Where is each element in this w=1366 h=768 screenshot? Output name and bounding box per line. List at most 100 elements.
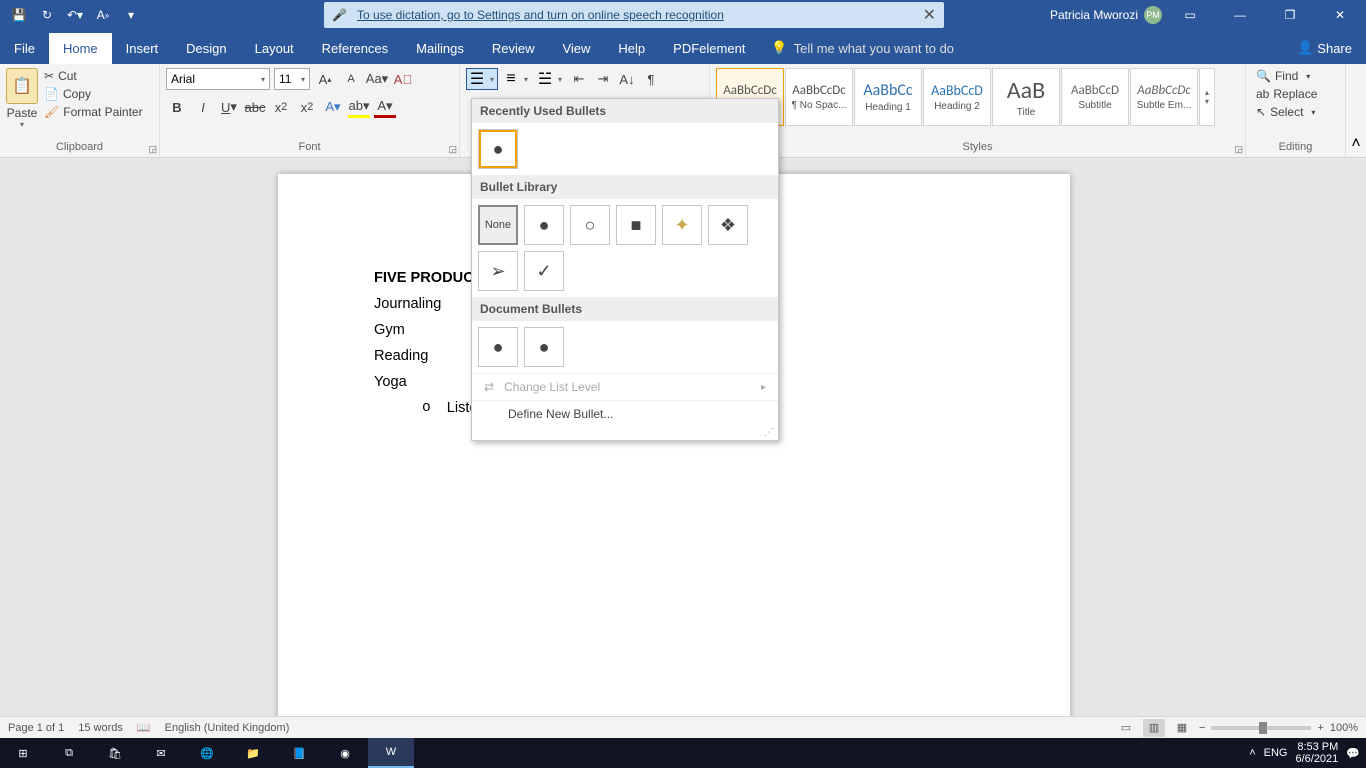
- qat-customize-icon[interactable]: ▾: [118, 2, 144, 28]
- highlight-icon[interactable]: ab▾: [348, 96, 370, 118]
- share-button[interactable]: 👤 Share: [1283, 32, 1366, 64]
- bullet-circle[interactable]: ○: [570, 205, 610, 245]
- bullet-disc[interactable]: ●: [478, 129, 518, 169]
- app-icon[interactable]: 📘: [276, 738, 322, 768]
- edge-icon[interactable]: 🌐: [184, 738, 230, 768]
- style-heading2[interactable]: AaBbCcDHeading 2: [923, 68, 991, 126]
- text-effects-icon[interactable]: A▾: [322, 96, 344, 118]
- resize-grip-icon[interactable]: ⋰: [472, 427, 778, 440]
- save-icon[interactable]: 💾: [6, 2, 32, 28]
- web-layout-icon[interactable]: ▦: [1171, 719, 1193, 737]
- find-button[interactable]: 🔍Find▾: [1252, 68, 1321, 84]
- task-view-icon[interactable]: ⧉: [46, 738, 92, 768]
- bullet-disc[interactable]: ●: [524, 205, 564, 245]
- copy-button[interactable]: 📄Copy: [42, 86, 145, 102]
- tab-home[interactable]: Home: [49, 33, 112, 64]
- bullet-arrow[interactable]: ➢: [478, 251, 518, 291]
- styles-gallery[interactable]: AaBbCcDc¶ Normal AaBbCcDc¶ No Spac... Aa…: [716, 68, 1215, 126]
- word-icon[interactable]: W: [368, 738, 414, 768]
- style-subtitle[interactable]: AaBbCcDSubtitle: [1061, 68, 1129, 126]
- bullet-diamond4[interactable]: ❖: [708, 205, 748, 245]
- touch-mode-icon[interactable]: A»: [90, 2, 116, 28]
- user-name[interactable]: Patricia Mworozi: [1050, 8, 1138, 22]
- bullet-check[interactable]: ✓: [524, 251, 564, 291]
- status-language[interactable]: English (United Kingdom): [165, 722, 290, 734]
- clear-format-icon[interactable]: A⃠: [392, 68, 414, 90]
- avatar[interactable]: PM: [1144, 6, 1162, 24]
- store-icon[interactable]: 🛍: [92, 738, 138, 768]
- tray-language[interactable]: ENG: [1264, 747, 1288, 759]
- cut-button[interactable]: ✂Cut: [42, 68, 145, 84]
- close-banner-icon[interactable]: ✕: [923, 5, 936, 25]
- bullet-none[interactable]: None: [478, 205, 518, 245]
- bullet-disc[interactable]: ●: [478, 327, 518, 367]
- shrink-font-icon[interactable]: A: [340, 68, 362, 90]
- start-icon[interactable]: ⊞: [0, 738, 46, 768]
- paste-button[interactable]: Paste: [7, 106, 38, 120]
- font-launcher-icon[interactable]: ◲: [448, 144, 457, 155]
- numbering-button[interactable]: ≡▾: [500, 68, 532, 90]
- status-page[interactable]: Page 1 of 1: [8, 722, 64, 734]
- show-marks-icon[interactable]: ¶: [640, 68, 662, 90]
- change-case-icon[interactable]: Aa▾: [366, 68, 388, 90]
- subscript-icon[interactable]: x2: [270, 96, 292, 118]
- font-size-combo[interactable]: 11▾: [274, 68, 310, 90]
- tray-chevron-icon[interactable]: ˄: [1249, 747, 1255, 759]
- print-layout-icon[interactable]: ▥: [1143, 719, 1165, 737]
- tab-help[interactable]: Help: [604, 33, 659, 64]
- bullet-4diamond[interactable]: ✦: [662, 205, 702, 245]
- close-icon[interactable]: ✕: [1318, 0, 1362, 30]
- explorer-icon[interactable]: 📁: [230, 738, 276, 768]
- read-mode-icon[interactable]: ▭: [1115, 719, 1137, 737]
- collapse-ribbon-icon[interactable]: ˄: [1346, 64, 1366, 157]
- superscript-icon[interactable]: x2: [296, 96, 318, 118]
- tab-insert[interactable]: Insert: [112, 33, 173, 64]
- tab-design[interactable]: Design: [172, 33, 240, 64]
- font-name-combo[interactable]: Arial▾: [166, 68, 270, 90]
- zoom-in-icon[interactable]: +: [1317, 722, 1323, 734]
- autosave-icon[interactable]: ↻: [34, 2, 60, 28]
- style-subtleem[interactable]: AaBbCcDcSubtle Em...: [1130, 68, 1198, 126]
- select-button[interactable]: ↖Select▾: [1252, 104, 1321, 120]
- zoom-level[interactable]: 100%: [1330, 722, 1358, 734]
- multilevel-button[interactable]: ☱▾: [534, 68, 566, 90]
- tab-file[interactable]: File: [0, 33, 49, 64]
- tell-me-search[interactable]: 💡 Tell me what you want to do: [759, 32, 966, 64]
- grow-font-icon[interactable]: A▴: [314, 68, 336, 90]
- bold-icon[interactable]: B: [166, 96, 188, 118]
- zoom-out-icon[interactable]: −: [1199, 722, 1205, 734]
- style-nospacing[interactable]: AaBbCcDc¶ No Spac...: [785, 68, 853, 126]
- decrease-indent-icon[interactable]: ⇤: [568, 68, 590, 90]
- bullets-button[interactable]: ☰▾: [466, 68, 498, 90]
- underline-icon[interactable]: U▾: [218, 96, 240, 118]
- strike-icon[interactable]: abc: [244, 96, 266, 118]
- clipboard-launcher-icon[interactable]: ◲: [148, 144, 157, 155]
- tab-view[interactable]: View: [548, 33, 604, 64]
- bullet-disc[interactable]: ●: [524, 327, 564, 367]
- style-heading1[interactable]: AaBbCcHeading 1: [854, 68, 922, 126]
- tab-layout[interactable]: Layout: [241, 33, 308, 64]
- define-new-bullet[interactable]: Define New Bullet...: [472, 400, 778, 427]
- notifications-icon[interactable]: 💬: [1346, 747, 1360, 760]
- proofing-icon[interactable]: 📖: [137, 721, 151, 734]
- mail-icon[interactable]: ✉: [138, 738, 184, 768]
- zoom-slider[interactable]: [1211, 726, 1311, 730]
- paste-icon[interactable]: 📋: [6, 68, 38, 104]
- undo-icon[interactable]: ↶▾: [62, 2, 88, 28]
- bullet-square[interactable]: ■: [616, 205, 656, 245]
- status-words[interactable]: 15 words: [78, 722, 123, 734]
- font-color-icon[interactable]: A▾: [374, 96, 396, 118]
- maximize-icon[interactable]: ❐: [1268, 0, 1312, 30]
- sort-icon[interactable]: A↓: [616, 68, 638, 90]
- minimize-icon[interactable]: —: [1218, 0, 1262, 30]
- dictation-link[interactable]: To use dictation, go to Settings and tur…: [357, 8, 724, 22]
- styles-launcher-icon[interactable]: ◲: [1234, 144, 1243, 155]
- increase-indent-icon[interactable]: ⇥: [592, 68, 614, 90]
- replace-button[interactable]: abReplace: [1252, 86, 1321, 102]
- tray-clock[interactable]: 8:53 PM 6/6/2021: [1295, 741, 1338, 765]
- tab-review[interactable]: Review: [478, 33, 549, 64]
- tab-references[interactable]: References: [308, 33, 402, 64]
- tab-pdfelement[interactable]: PDFelement: [659, 33, 759, 64]
- italic-icon[interactable]: I: [192, 96, 214, 118]
- ribbon-display-icon[interactable]: ▭: [1168, 0, 1212, 30]
